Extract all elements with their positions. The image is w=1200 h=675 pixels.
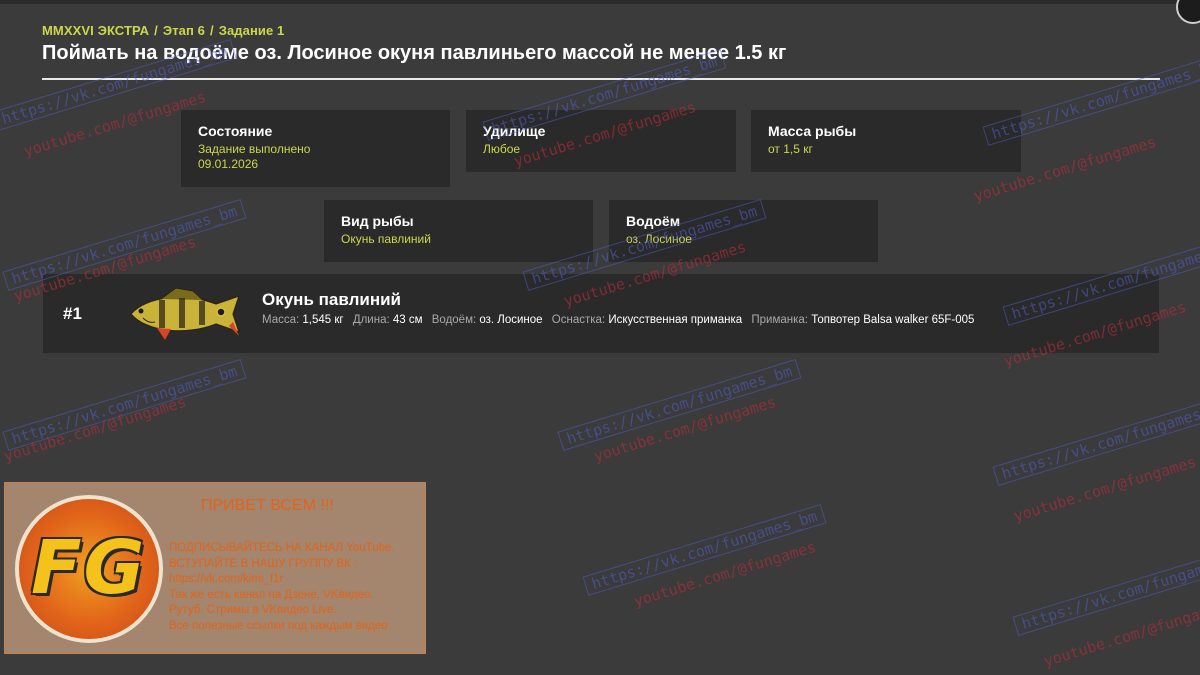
fish-stats: Масса: 1,545 кг Длина: 43 см Водоём: оз.… [262,314,980,326]
species-label: Вид рыбы [341,213,414,229]
breadcrumb-separator: / [210,23,214,38]
youtube-watermark: youtube.com/@fungames [1041,597,1200,671]
water-value: оз. Лосиное [626,232,692,246]
promo-line: Так же есть канал на Дзене, VKвидео. [169,588,374,601]
vk-watermark: https://vk.com/fungames_bm [1012,544,1200,636]
vk-watermark: https://vk.com/fungames_bm [992,394,1200,486]
stat-value-water: оз. Лосиное [479,314,543,326]
stat-value-lure: Топвотер Balsa walker 65F-005 [811,314,975,326]
breadcrumb-item-stage[interactable]: Этап 6 [163,23,205,38]
breadcrumb-item-event[interactable]: MMXXVI ЭКСТРА [42,23,149,38]
promo-line: Рутуб. Стримы в VKвидео Live. [169,604,337,616]
promo-line: Все полезные ссылки под каждым видео [169,619,388,632]
stat-label-lure: Приманка: [751,314,808,326]
breadcrumb-item-task: Задание 1 [218,23,285,38]
water-label: Водоём [626,213,681,229]
youtube-watermark: youtube.com/@fungames [1011,452,1199,526]
breadcrumb-separator: / [154,23,158,38]
stat-label-length: Длина: [352,314,390,326]
water-card: Водоём оз. Лосиное [609,200,878,262]
promo-link[interactable]: https://vk.com/kimi_f1r [169,572,395,588]
weight-card: Масса рыбы от 1,5 кг [751,110,1021,172]
page-title: Поймать на водоёме оз. Лосиное окуня пав… [42,42,787,64]
breadcrumb: MMXXVI ЭКСТРА / Этап 6 / Задание 1 [42,23,284,38]
promo-line: ПОДПИСЫВАЙТЕСЬ НА КАНАЛ YouTube. [169,542,395,554]
close-button[interactable] [1176,0,1200,24]
promo-line: ВСТУПАЙТЕ В НАШУ ГРУППУ ВК : [169,557,358,570]
catch-result-row[interactable]: #1 Окунь павлиний Масса: 1,545 кг Длина:… [43,274,1159,353]
youtube-watermark: youtube.com/@fungames [591,392,779,466]
top-strip [0,0,1200,4]
logo-text: FG [31,525,147,611]
species-value: Окунь павлиний [341,232,431,246]
vk-watermark: https://vk.com/fungames_bm [582,504,827,596]
peacock-bass-fish-image [130,287,240,340]
status-date: 09.01.2026 [198,157,259,171]
stat-value-length: 43 см [392,314,423,326]
fg-logo: FG [15,495,163,643]
rank-label: #1 [63,304,82,323]
promo-heading: ПРИВЕТ ВСЕМ !!! [201,497,334,514]
status-value: Задание выполнено [198,142,311,156]
stat-value-tackle: Искусственная приманка [608,314,743,326]
species-card: Вид рыбы Окунь павлиний [324,200,593,262]
stat-label-weight: Масса: [262,314,300,326]
stat-label-tackle: Оснастка: [551,314,606,326]
weight-label: Масса рыбы [768,123,857,139]
fish-name: Окунь павлиний [262,290,401,309]
stat-value-weight: 1,545 кг [302,314,344,326]
status-label: Состояние [198,123,273,139]
vk-watermark: https://vk.com/fungames_bm [2,359,247,451]
rod-value: Любое [483,142,521,156]
promo-text: ПОДПИСЫВАЙТЕСЬ НА КАНАЛ YouTube. ВСТУПАЙ… [169,541,395,634]
promo-banner: FG ПРИВЕТ ВСЕМ !!! ПОДПИСЫВАЙТЕСЬ НА КАН… [4,482,426,654]
rod-label: Удилище [483,123,546,139]
status-card: Состояние Задание выполнено 09.01.2026 [181,110,450,187]
youtube-watermark: youtube.com/@fungames [631,537,819,611]
weight-value: от 1,5 кг [768,142,813,156]
stat-label-water: Водоём: [431,314,477,326]
vk-watermark: https://vk.com/fungames_bm [557,359,802,451]
rod-card: Удилище Любое [466,110,736,172]
youtube-watermark: youtube.com/@fungames [1,392,189,466]
title-divider [42,78,1160,80]
